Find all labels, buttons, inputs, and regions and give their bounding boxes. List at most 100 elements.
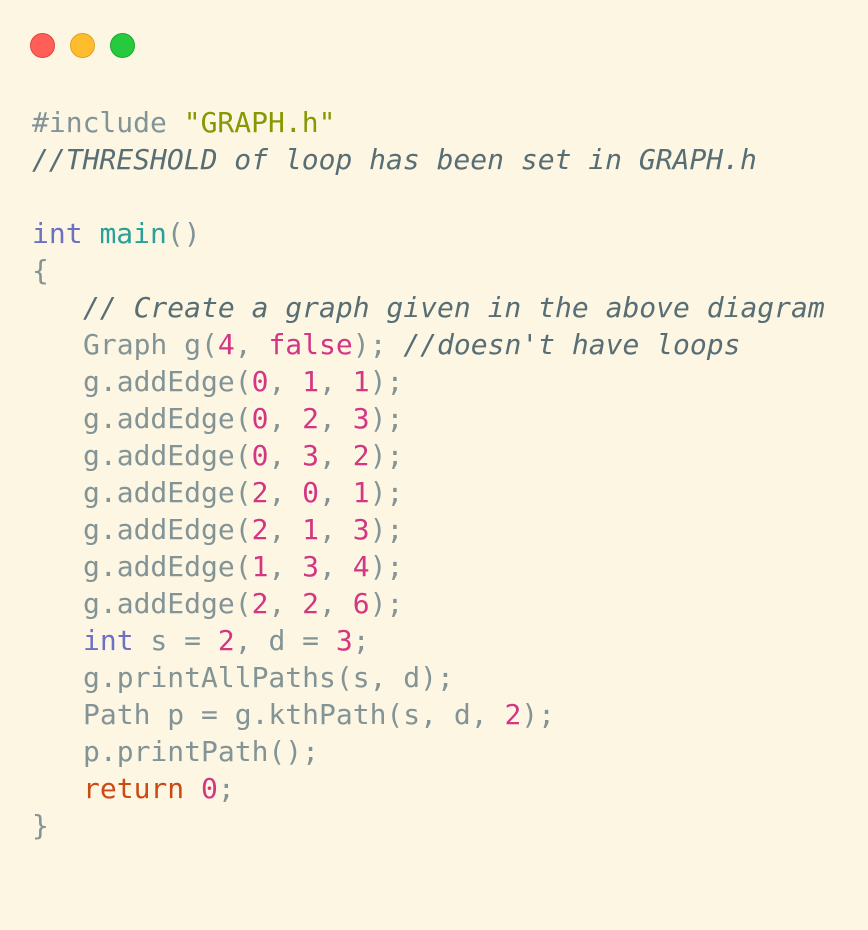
code-token: );: [352, 328, 404, 361]
code-token: 2: [302, 402, 320, 435]
code-token: );: [369, 365, 404, 398]
code-token: false: [268, 328, 353, 361]
code-token: );: [369, 550, 404, 583]
code-token: 2: [352, 439, 370, 472]
code-token: 2: [504, 698, 522, 731]
code-token: //doesn't have loops: [403, 328, 741, 361]
code-token: ,: [319, 476, 353, 509]
code-window: #include "GRAPH.h" //THRESHOLD of loop ha…: [0, 0, 868, 930]
code-line: g.printAllPaths(s, d);: [32, 659, 825, 696]
code-token: 1: [251, 550, 269, 583]
code-token: ,: [268, 513, 303, 546]
code-token: g.addEdge(: [83, 402, 252, 435]
code-token: ,: [319, 365, 353, 398]
code-token: // Create a graph given in the above dia…: [83, 291, 825, 324]
code-line: g.addEdge(2, 0, 1);: [32, 474, 825, 511]
code-token: 1: [352, 365, 370, 398]
code-token: g.addEdge(: [83, 365, 252, 398]
code-token: Path p = g.kthPath(s, d,: [83, 698, 505, 731]
code-token: 0: [251, 439, 269, 472]
code-token: 1: [302, 365, 320, 398]
code-line: }: [32, 807, 825, 844]
code-token: Graph g(: [83, 328, 218, 361]
code-token: );: [369, 476, 404, 509]
code-token: ,: [234, 328, 269, 361]
code-token: 1: [352, 476, 370, 509]
code-token: 3: [352, 402, 370, 435]
code-line: int main(): [32, 215, 825, 252]
code-token: ,: [268, 476, 303, 509]
maximize-button[interactable]: [110, 33, 135, 58]
code-token: 4: [352, 550, 370, 583]
code-token: main: [99, 217, 167, 250]
code-token: 1: [302, 513, 320, 546]
code-token: );: [369, 439, 404, 472]
code-token: 3: [352, 513, 370, 546]
code-block: #include "GRAPH.h" //THRESHOLD of loop ha…: [32, 104, 825, 844]
code-token: }: [32, 809, 49, 842]
minimize-button[interactable]: [70, 33, 95, 58]
code-token: );: [369, 402, 404, 435]
code-token: ;: [352, 624, 370, 657]
code-token: 3: [302, 550, 320, 583]
code-token: //THRESHOLD of loop has been set in GRAP…: [32, 143, 757, 176]
code-line: g.addEdge(2, 2, 6);: [32, 585, 825, 622]
code-token: );: [369, 513, 404, 546]
code-token: 0: [201, 772, 218, 805]
code-line: Path p = g.kthPath(s, d, 2);: [32, 696, 825, 733]
code-line: g.addEdge(2, 1, 3);: [32, 511, 825, 548]
code-token: g.addEdge(: [83, 587, 252, 620]
code-token: 2: [302, 587, 320, 620]
code-line: g.addEdge(0, 3, 2);: [32, 437, 825, 474]
code-token: s =: [133, 624, 218, 657]
code-token: g.printAllPaths(s, d);: [83, 661, 454, 694]
code-token: 2: [251, 587, 269, 620]
code-token: g.addEdge(: [83, 476, 252, 509]
code-token: {: [32, 254, 49, 287]
code-line: return 0;: [32, 770, 825, 807]
code-token: 0: [251, 402, 269, 435]
code-token: g.addEdge(: [83, 550, 252, 583]
code-token: 2: [251, 476, 269, 509]
code-token: ,: [319, 402, 353, 435]
code-line: g.addEdge(0, 1, 1);: [32, 363, 825, 400]
code-line: g.addEdge(1, 3, 4);: [32, 548, 825, 585]
code-token: ;: [217, 772, 235, 805]
code-line: // Create a graph given in the above dia…: [32, 289, 825, 326]
code-token: ,: [268, 550, 303, 583]
code-token: );: [521, 698, 556, 731]
code-token: ,: [268, 587, 303, 620]
code-line: g.addEdge(0, 2, 3);: [32, 400, 825, 437]
code-line: {: [32, 252, 825, 289]
window-controls: [30, 33, 135, 58]
code-token: ,: [319, 550, 353, 583]
code-line: Graph g(4, false); //doesn't have loops: [32, 326, 825, 363]
close-button[interactable]: [30, 33, 55, 58]
code-line: int s = 2, d = 3;: [32, 622, 825, 659]
code-token: ,: [319, 587, 353, 620]
code-token: 4: [217, 328, 235, 361]
code-token: #include: [32, 106, 184, 139]
code-token: ,: [268, 365, 303, 398]
code-token: "GRAPH.h": [183, 106, 336, 139]
code-token: 0: [251, 365, 269, 398]
code-token: 2: [217, 624, 235, 657]
code-token: 6: [352, 587, 370, 620]
code-token: );: [369, 587, 404, 620]
code-line: p.printPath();: [32, 733, 825, 770]
code-token: ,: [319, 439, 353, 472]
code-token: int: [32, 217, 83, 250]
code-token: p.printPath();: [83, 735, 320, 768]
code-line: //THRESHOLD of loop has been set in GRAP…: [32, 141, 825, 178]
code-token: 3: [335, 624, 353, 657]
code-token: return: [83, 772, 185, 805]
code-token: 2: [251, 513, 269, 546]
code-token: ,: [319, 513, 353, 546]
code-token: 3: [302, 439, 320, 472]
code-token: ,: [268, 439, 303, 472]
code-token: int: [83, 624, 134, 657]
code-token: , d =: [234, 624, 336, 657]
code-token: ,: [268, 402, 303, 435]
